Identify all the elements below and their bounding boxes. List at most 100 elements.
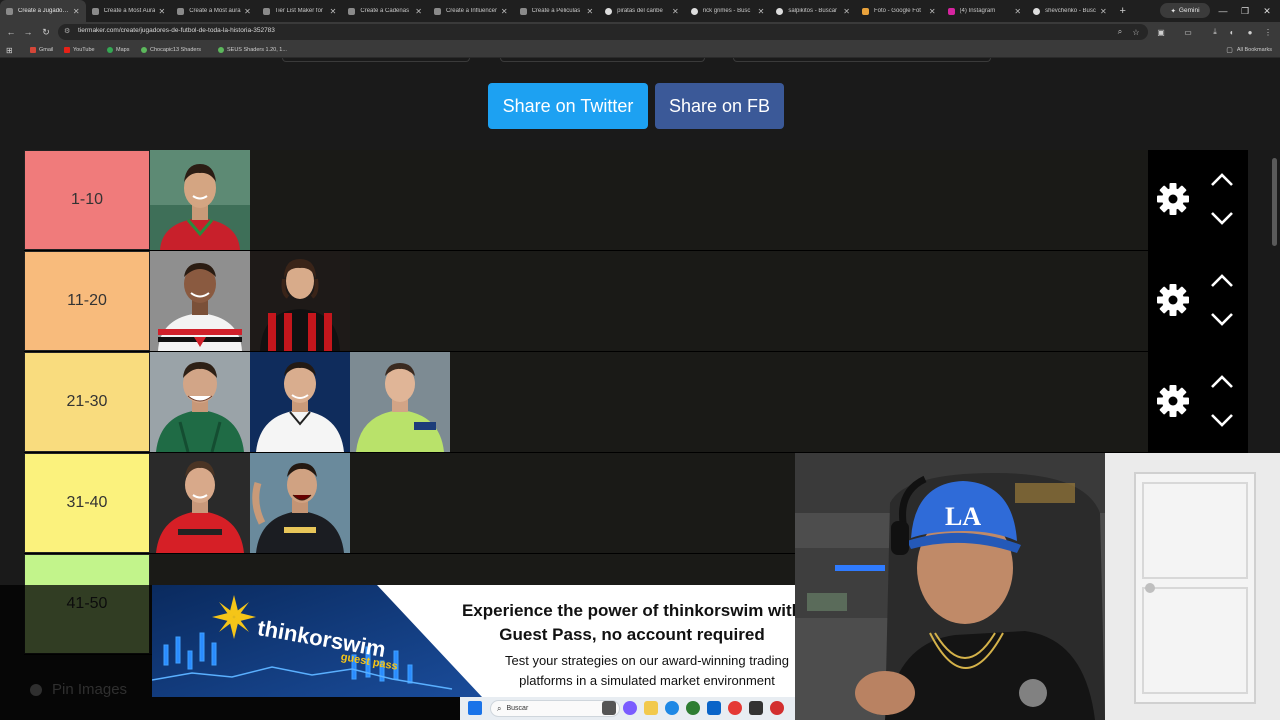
close-icon[interactable]: ✕ (586, 7, 593, 16)
tab-google-fotos[interactable]: Foto - Google Fot ✕ (856, 0, 942, 22)
tier-label[interactable]: 31-40 (24, 453, 150, 553)
bookmark-gmail[interactable]: Gmail (30, 45, 53, 55)
url-text[interactable]: tiermaker.com/create/jugadores-de-futbol… (78, 27, 275, 34)
minimize-icon[interactable]: — (1212, 0, 1234, 22)
chrome-icon[interactable] (728, 701, 742, 715)
close-icon[interactable]: ✕ (158, 7, 165, 16)
opera-icon[interactable] (770, 701, 784, 715)
player-image[interactable] (150, 453, 250, 553)
scrollbar[interactable] (1272, 158, 1277, 246)
tab-most-aura[interactable]: Create a Most Aura ✕ (86, 0, 172, 22)
close-icon[interactable]: ✕ (415, 7, 422, 16)
gemini-button[interactable]: ✦ Gemini (1160, 3, 1210, 18)
profile-icon[interactable]: ◐ (1226, 25, 1238, 39)
back-icon[interactable]: ← (4, 25, 18, 39)
sparkle-icon: ✦ (1170, 7, 1176, 15)
tab-most-aura-2[interactable]: Create a Most aura ✕ (171, 0, 257, 22)
player-image[interactable] (250, 352, 350, 452)
close-icon[interactable]: ✕ (501, 7, 508, 16)
omnibox[interactable]: ⚙ tiermaker.com/create/jugadores-de-futb… (58, 24, 1148, 40)
tab-cadenas[interactable]: Create a Cadenas ✕ (342, 0, 428, 22)
close-icon[interactable]: ✕ (244, 7, 251, 16)
move-up-icon[interactable] (1209, 374, 1235, 390)
tab-jugadores[interactable]: Create a Jugadores de✕ (0, 0, 86, 22)
player-image[interactable] (150, 150, 250, 250)
player-image[interactable] (350, 352, 450, 452)
tier-label[interactable]: 1-10 (24, 150, 150, 250)
share-twitter-button[interactable]: Share on Twitter (488, 83, 648, 129)
new-tab-button[interactable]: + (1113, 0, 1133, 22)
player-image[interactable] (250, 251, 350, 351)
file-explorer-icon[interactable] (644, 701, 658, 715)
gear-icon[interactable] (1156, 384, 1190, 418)
outlook-icon[interactable] (707, 701, 721, 715)
bookmark-chocapic[interactable]: Chocapic13 Shaders (141, 45, 201, 55)
close-icon[interactable]: ✕ (330, 7, 337, 16)
tier-label-text: 21-30 (66, 393, 108, 410)
reload-icon[interactable]: ↻ (39, 25, 53, 39)
bookmark-seus[interactable]: SEUS Shaders 1.20, 1... (218, 45, 287, 55)
player-image[interactable] (250, 453, 350, 553)
move-down-icon[interactable] (1209, 412, 1235, 428)
taskbar-search[interactable]: ⌕ Buscar (490, 700, 620, 717)
close-window-icon[interactable]: ✕ (1256, 0, 1278, 22)
tab-piratas[interactable]: piratas del caribe ✕ (599, 0, 685, 22)
player-portrait (150, 352, 250, 452)
move-down-icon[interactable] (1209, 311, 1235, 327)
tab-tier-list-maker[interactable]: Tier List Maker for ✕ (257, 0, 343, 22)
tiermaker-favicon-icon (519, 7, 527, 15)
bookmark-youtube[interactable]: YouTube (64, 45, 95, 55)
close-icon[interactable]: ✕ (758, 7, 765, 16)
pin-images[interactable]: Pin Images (30, 681, 127, 698)
windows-start-icon[interactable] (468, 701, 482, 715)
bookmark-maps[interactable]: Maps (107, 45, 129, 55)
tab-rick-grimes[interactable]: rick grimes - Busc ✕ (685, 0, 771, 22)
tier-label[interactable]: 21-30 (24, 352, 150, 452)
gear-icon[interactable] (1156, 182, 1190, 216)
site-info-icon[interactable]: ⚙ (64, 27, 73, 36)
tier-label[interactable]: 11-20 (24, 251, 150, 351)
player-image[interactable] (150, 352, 250, 452)
close-icon[interactable]: ✕ (672, 7, 679, 16)
tab-salpikitos[interactable]: salpikitos - Buscar ✕ (770, 0, 856, 22)
thinkorswim-ad[interactable]: thinkorswim guest pass Experience the po… (152, 585, 795, 697)
tab-instagram[interactable]: (4) Instagram ✕ (942, 0, 1028, 22)
close-icon[interactable]: ✕ (1100, 7, 1107, 16)
all-bookmarks[interactable]: ▢ All Bookmarks (1226, 45, 1272, 55)
google-favicon-icon (1033, 7, 1041, 15)
menu-icon[interactable]: ⋮ (1262, 25, 1274, 39)
tab-shevchenko[interactable]: shevchenko - Busc ✕ (1027, 0, 1113, 22)
epic-games-icon[interactable] (749, 701, 763, 715)
tab-peliculas[interactable]: Create a Peliculas ✕ (514, 0, 600, 22)
zoom-icon[interactable]: ⌕ (1115, 27, 1125, 37)
forward-icon[interactable]: → (21, 25, 35, 39)
close-icon[interactable]: ✕ (843, 7, 850, 16)
tier-controls (1148, 150, 1248, 250)
apps-icon[interactable]: ⊞ (6, 45, 13, 55)
edge-icon[interactable] (665, 701, 679, 715)
close-icon[interactable]: ✕ (1014, 7, 1021, 16)
move-down-icon[interactable] (1209, 210, 1235, 226)
close-icon[interactable]: ✕ (929, 7, 936, 16)
bookmark-label: YouTube (73, 47, 95, 53)
task-view-icon[interactable] (602, 701, 616, 715)
gear-icon[interactable] (1156, 283, 1190, 317)
tab-influencer[interactable]: Create a Influencer ✕ (428, 0, 514, 22)
gmail-icon (30, 47, 36, 53)
xbox-icon[interactable] (686, 701, 700, 715)
share-fb-button[interactable]: Share on FB (655, 83, 784, 129)
download-icon[interactable]: ⤓ (1209, 25, 1221, 39)
instagram-favicon-icon (947, 7, 955, 15)
account-icon[interactable]: ● (1244, 25, 1256, 39)
bookmark-star-icon[interactable]: ☆ (1131, 27, 1141, 37)
copilot-icon[interactable] (623, 701, 637, 715)
move-up-icon[interactable] (1209, 273, 1235, 289)
close-icon[interactable]: ✕ (73, 7, 80, 16)
move-up-icon[interactable] (1209, 172, 1235, 188)
maximize-icon[interactable]: ❐ (1234, 0, 1256, 22)
player-image[interactable] (150, 251, 250, 351)
sidepanel-icon[interactable]: ▭ (1182, 25, 1194, 39)
tier-items (150, 251, 350, 351)
tier-label-text: 1-10 (70, 191, 104, 208)
extensions-icon[interactable]: ▣ (1155, 25, 1167, 39)
